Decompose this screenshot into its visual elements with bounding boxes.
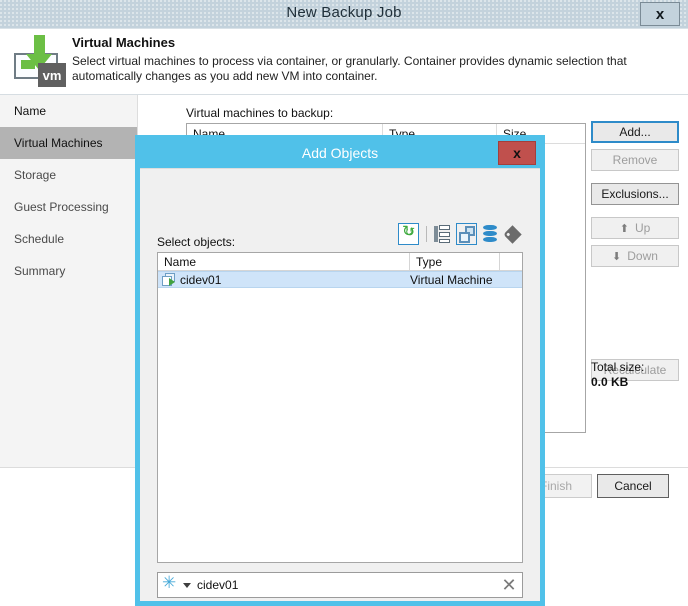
table-row[interactable]: cidev01 Virtual Machine [158, 271, 522, 288]
virtual-machine-running-icon [162, 272, 177, 287]
view-mode-toolbar [398, 222, 526, 246]
host-rect-shape [439, 225, 451, 230]
vm-download-icon: vm [12, 35, 68, 87]
objects-grid[interactable]: Name Type cidev01 Virtual Machine [157, 252, 523, 563]
select-objects-label: Select objects: [157, 235, 236, 249]
dialog-title-bar: Add Objects x [140, 140, 540, 168]
vm-badge: vm [38, 63, 66, 87]
asterisk-all-types-icon[interactable] [162, 573, 181, 595]
toolbar-separator [426, 226, 428, 242]
wizard-close-button[interactable]: x [640, 2, 680, 26]
cancel-button[interactable]: Cancel [597, 474, 669, 498]
vm-icon-play-shape [169, 277, 175, 286]
page-description: Select virtual machines to process via c… [72, 54, 627, 83]
search-input-value[interactable]: cidev01 [197, 578, 496, 592]
move-up-label: Up [634, 221, 651, 235]
arrow-down-icon: ⬇ [612, 250, 622, 263]
clear-icon[interactable]: ✕ [496, 573, 522, 597]
sidebar-item-virtual-machines[interactable]: Virtual Machines [0, 127, 137, 159]
objects-grid-header: Name Type [158, 253, 522, 271]
column-header-name[interactable]: Name [158, 253, 410, 270]
datastores-icon[interactable] [479, 223, 500, 245]
total-size-value: 0.0 KB [591, 375, 629, 389]
vms-and-templates-icon[interactable] [455, 223, 478, 245]
remove-button: Remove [591, 149, 679, 171]
move-up-button: ⬆ Up [591, 217, 679, 239]
dialog-close-button[interactable]: x [498, 141, 536, 165]
host-bar-shape [434, 226, 439, 242]
datastore-disc-shape [483, 237, 498, 242]
hosts-and-clusters-icon[interactable] [432, 223, 453, 245]
wizard-header: vm Virtual Machines Select virtual machi… [0, 29, 688, 95]
sidebar-item-schedule[interactable]: Schedule [0, 223, 137, 255]
add-objects-dialog: Add Objects x Select objects: ↻ ↺ Name T… [135, 135, 545, 606]
vm-list-label: Virtual machines to backup: [186, 106, 334, 120]
screen-root: t_Win_cloud_SOADFSPRO ervers_02 on Job 2… [0, 0, 688, 606]
tag-shape [502, 225, 522, 244]
vm-list-actions: Add... Remove Exclusions... ⬆ Up ⬇ Down … [591, 121, 683, 387]
dialog-body: Select objects: ↻ ↺ Name Type cidev01 Vi… [140, 168, 540, 601]
move-down-label: Down [627, 249, 658, 263]
row-type-cell: Virtual Machine [410, 272, 493, 287]
add-button[interactable]: Add... [591, 121, 679, 143]
wizard-step-nav: Name Virtual Machines Storage Guest Proc… [0, 95, 138, 467]
chevron-down-icon[interactable] [183, 582, 191, 588]
page-title: Virtual Machines [72, 35, 176, 50]
datastore-disc-shape [483, 231, 498, 236]
arrow-up-icon: ⬆ [619, 222, 629, 235]
row-name-cell: cidev01 [158, 272, 410, 287]
object-search-field[interactable]: cidev01 ✕ [157, 572, 523, 598]
sidebar-item-summary[interactable]: Summary [0, 255, 137, 287]
arrow-shaft-shape [34, 35, 45, 55]
wizard-title: New Backup Job [286, 4, 402, 21]
column-header-spacer [500, 253, 522, 270]
tags-icon[interactable] [502, 223, 524, 245]
host-rect-shape [439, 232, 451, 237]
sidebar-item-storage[interactable]: Storage [0, 159, 137, 191]
sidebar-item-guest-processing[interactable]: Guest Processing [0, 191, 137, 223]
exclusions-button[interactable]: Exclusions... [591, 183, 679, 205]
datastore-disc-shape [483, 225, 498, 230]
nav-header-name: Name [14, 104, 47, 118]
row-name-text: cidev01 [180, 272, 222, 287]
move-down-button: ⬇ Down [591, 245, 679, 267]
column-header-type[interactable]: Type [410, 253, 500, 270]
refresh-icon[interactable] [398, 222, 420, 245]
vm-square-shape [458, 232, 470, 243]
dialog-title: Add Objects [301, 145, 379, 161]
host-rect-shape [439, 239, 451, 243]
total-size-label: Total size: [591, 360, 645, 374]
